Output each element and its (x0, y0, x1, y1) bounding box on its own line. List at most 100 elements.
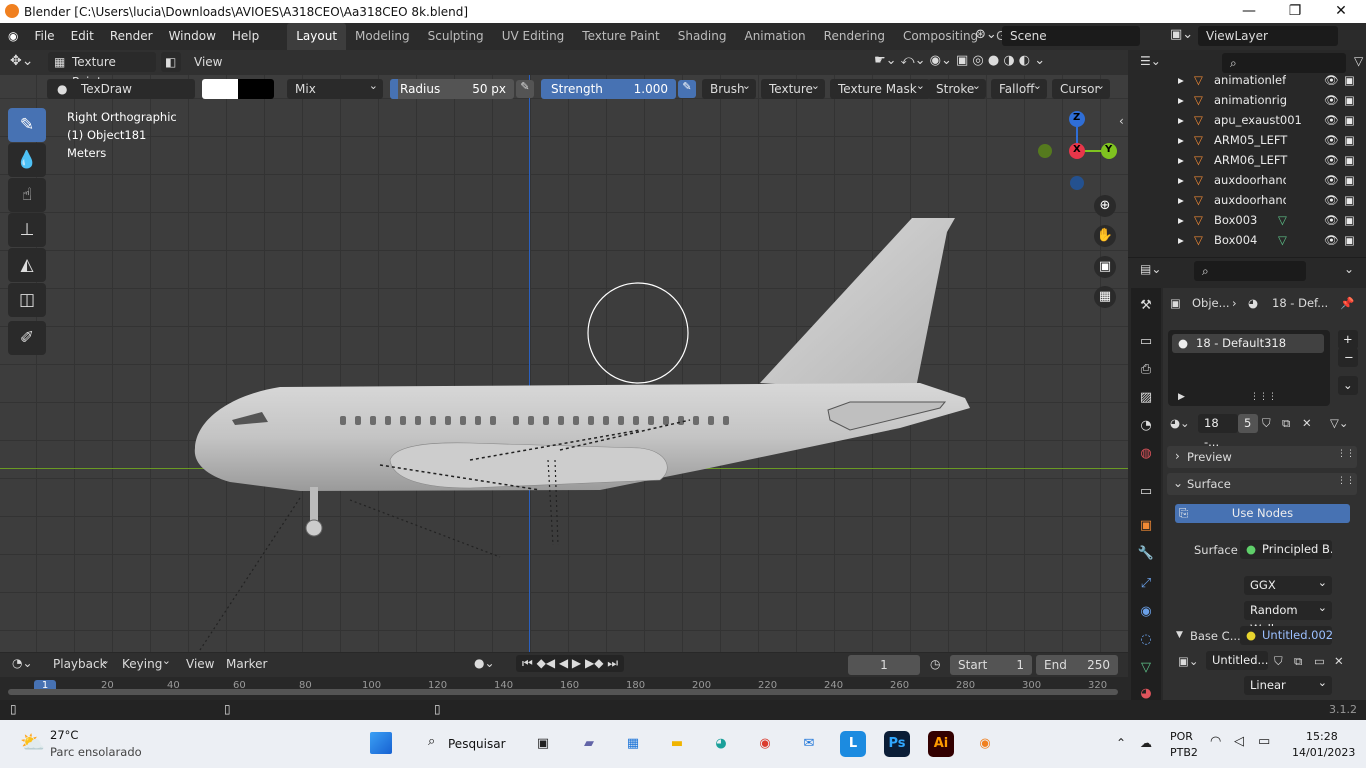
render-camera-icon[interactable]: ▣ (1344, 210, 1355, 230)
render-tab-icon[interactable]: ▭ (1136, 332, 1156, 352)
keyboard-layout[interactable]: PTB2 (1170, 746, 1198, 759)
volume-icon[interactable]: ◁ (1234, 734, 1244, 749)
3d-viewport[interactable] (0, 50, 1128, 652)
start-button-icon[interactable] (370, 732, 392, 754)
base-color-expand-icon[interactable]: ▼ (1176, 630, 1183, 640)
fake-user-icon[interactable]: ⛉ (1262, 416, 1271, 431)
edge-icon[interactable]: ◕ (708, 731, 734, 757)
scene-icon[interactable]: ⊛⌄ (975, 27, 997, 42)
current-frame-field[interactable]: 1 (848, 655, 920, 675)
stroke-menu[interactable]: Stroke (928, 76, 986, 99)
expand-arrow-icon[interactable]: ▸ (1178, 70, 1184, 90)
expand-arrow-icon[interactable]: ▸ (1178, 190, 1184, 210)
strength-slider[interactable]: Strength 1.000 (541, 79, 676, 99)
outliner-row[interactable]: ▸ ▽ animationleftwir 👁▣ (1128, 70, 1366, 90)
timeline-editor-icon[interactable]: ◔⌄ (12, 656, 33, 670)
menu-edit[interactable]: Edit (63, 23, 102, 50)
fill-tool-icon[interactable]: ◭ (8, 248, 46, 282)
render-camera-icon[interactable]: ▣ (1344, 110, 1355, 130)
chrome-icon[interactable]: ◉ (752, 731, 778, 757)
expand-arrow-icon[interactable]: ▸ (1178, 230, 1184, 250)
store-icon[interactable]: ▦ (620, 731, 646, 757)
texture-mask-menu[interactable]: Texture Mask (830, 76, 930, 99)
visibility-eye-icon[interactable]: 👁 (1324, 210, 1339, 230)
start-frame-field[interactable]: Start 1 (950, 655, 1032, 675)
outliner-row[interactable]: ▸ ▽ auxdoorhandleLE 👁▣ (1128, 170, 1366, 190)
menu-help[interactable]: Help (224, 23, 267, 50)
use-nodes-button[interactable]: ⎘ Use Nodes (1175, 504, 1350, 523)
subsurface-method-dropdown[interactable]: Random Walk (1244, 598, 1332, 636)
menu-window[interactable]: Window (161, 23, 224, 50)
view-layer-field[interactable]: ViewLayer (1198, 26, 1338, 46)
mail-icon[interactable]: ✉ (796, 731, 822, 757)
properties-search-input[interactable]: ⌕ (1194, 261, 1306, 281)
outliner-row[interactable]: ▸ ▽ animationrighttw 👁▣ (1128, 90, 1366, 110)
resize-grip-icon[interactable]: ⋮⋮⋮ (1250, 392, 1277, 402)
view-layer-tab-icon[interactable]: ▨ (1136, 388, 1156, 408)
tab-rendering[interactable]: Rendering (815, 23, 894, 50)
maximize-button[interactable]: ❐ (1272, 0, 1318, 23)
visibility-eye-icon[interactable]: 👁 (1324, 150, 1339, 170)
timeline-view-menu[interactable]: View (186, 657, 214, 671)
outliner-editor-icon[interactable]: ☰⌄ (1140, 54, 1161, 68)
render-camera-icon[interactable]: ▣ (1344, 170, 1355, 190)
material-slot-item[interactable]: ● 18 - Default318 (1172, 334, 1324, 353)
menu-render[interactable]: Render (102, 23, 161, 50)
visibility-eye-icon[interactable]: 👁 (1324, 170, 1339, 190)
tab-layout[interactable]: Layout (287, 23, 347, 50)
paint-mask-toggle[interactable]: ◧ (161, 52, 181, 72)
object-tab-icon[interactable]: ▣ (1136, 516, 1156, 536)
clone-tool-icon[interactable]: ⊥ (8, 213, 46, 247)
slot-specials-button[interactable]: ⌄ (1338, 376, 1358, 395)
blender-taskbar-icon[interactable]: ◉ (972, 731, 998, 757)
visibility-eye-icon[interactable]: 👁 (1324, 130, 1339, 150)
constraints-tab-icon[interactable]: ◌ (1136, 630, 1156, 650)
aircraft-model[interactable] (0, 50, 1128, 652)
weather-icon[interactable]: ⛅ (20, 730, 45, 754)
surface-shader-field[interactable]: ● Principled B... (1240, 540, 1332, 559)
tab-uv-editing[interactable]: UV Editing (493, 23, 574, 50)
render-camera-icon[interactable]: ▣ (1344, 90, 1355, 110)
clock-time[interactable]: 15:28 (1306, 730, 1338, 743)
render-camera-icon[interactable]: ▣ (1344, 130, 1355, 150)
radius-slider[interactable]: Radius 50 px (390, 79, 514, 99)
outliner-row[interactable]: ▸ ▽ ARM05_LEFT 👁 ▣ (1128, 130, 1366, 150)
render-camera-icon[interactable]: ▣ (1344, 70, 1355, 90)
soften-tool-icon[interactable]: 💧 (8, 143, 46, 177)
distribution-dropdown[interactable]: GGX (1244, 573, 1332, 595)
battery-icon[interactable]: ▭ (1258, 734, 1270, 749)
outliner-row[interactable]: ▸ ▽ Box004 ▽ 👁 ▣ (1128, 230, 1366, 250)
cursor-menu[interactable]: Cursor (1052, 76, 1110, 99)
expand-arrow-icon[interactable]: ▸ (1178, 110, 1184, 130)
properties-options-icon[interactable]: ⌄ (1344, 262, 1354, 276)
visibility-eye-icon[interactable]: 👁 (1324, 90, 1339, 110)
sidebar-toggle-icon[interactable]: ‹ (1119, 114, 1124, 128)
tab-sculpting[interactable]: Sculpting (419, 23, 493, 50)
teams-chat-icon[interactable]: ▰ (576, 731, 602, 757)
link-type-icon[interactable]: ▽⌄ (1330, 416, 1348, 430)
outliner-row[interactable]: ▸ ▽ auxdoorhandleRI 👁▣ (1128, 190, 1366, 210)
unlink-material-icon[interactable]: ✕ (1302, 416, 1312, 430)
view-layer-icon[interactable]: ▣⌄ (1170, 27, 1193, 42)
brush-menu[interactable]: Brush (702, 76, 756, 99)
blend-mode-dropdown[interactable]: Mix (287, 76, 383, 99)
surface-panel-header[interactable]: ⌄ Surface ⋮⋮ (1167, 473, 1357, 495)
end-frame-field[interactable]: End 250 (1036, 655, 1118, 675)
filter-icon[interactable]: ▽ (1354, 54, 1363, 68)
clock-date[interactable]: 14/01/2023 (1292, 746, 1355, 759)
camera-view-icon[interactable]: ▣ (1094, 256, 1116, 278)
smear-tool-icon[interactable]: ☝ (8, 178, 46, 212)
base-color-field[interactable]: ● Untitled.002 (1240, 626, 1333, 645)
image-duplicate-icon[interactable]: ⧉ (1294, 654, 1302, 669)
expand-arrow-icon[interactable]: ▸ (1178, 130, 1184, 150)
radius-pressure-icon[interactable]: ✎ (516, 80, 534, 98)
material-users-count[interactable]: 5 (1238, 414, 1258, 433)
editor-type-icon[interactable]: ✥⌄ (10, 53, 33, 69)
view-menu[interactable]: View (194, 55, 222, 69)
tab-shading[interactable]: Shading (669, 23, 736, 50)
viewport-shading-icons[interactable]: ☛⌄ ⤺⌄ ◉⌄ ▣ ◎ ● ◑ ◐ ⌄ (874, 53, 1045, 68)
playback-controls-icon[interactable]: ⏮ ◆◀ ◀ ▶ ▶◆ ⏭ (516, 655, 625, 672)
image-fake-user-icon[interactable]: ⛉ (1274, 654, 1283, 669)
file-explorer-icon[interactable]: ▬ (664, 731, 690, 757)
duplicate-material-icon[interactable]: ⧉ (1282, 416, 1290, 431)
